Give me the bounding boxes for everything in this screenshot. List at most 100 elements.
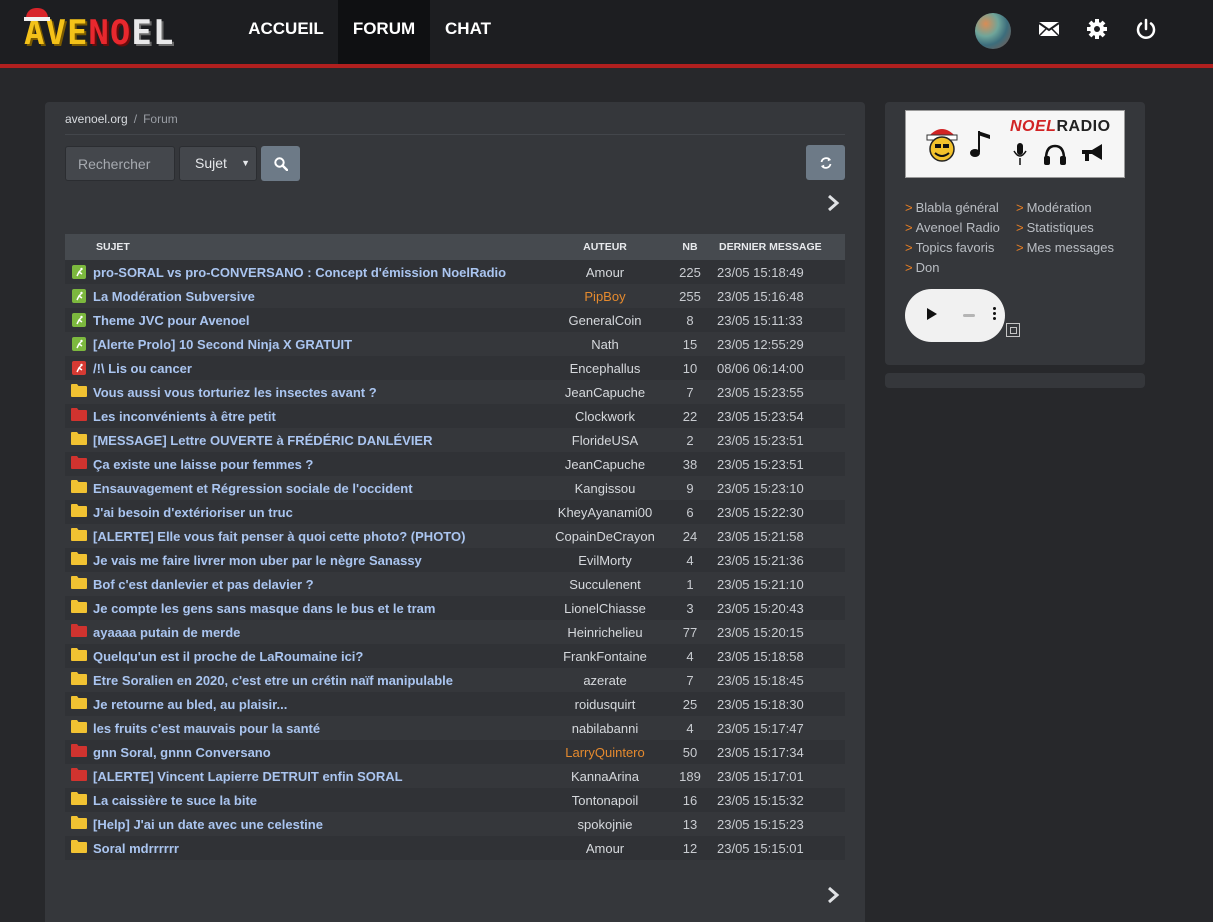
topic-author-link[interactable]: JeanCapuche <box>545 457 665 472</box>
table-row[interactable]: Je vais me faire livrer mon uber par le … <box>65 548 845 572</box>
topic-author-link[interactable]: JeanCapuche <box>545 385 665 400</box>
topic-last-message-link[interactable]: 23/05 15:17:01 <box>715 769 845 784</box>
topic-last-message-link[interactable]: 23/05 15:23:55 <box>715 385 845 400</box>
power-icon[interactable] <box>1134 17 1158 41</box>
table-row[interactable]: La caissière te suce la bite Tontonapoil 1… <box>65 788 845 812</box>
topic-author-link[interactable]: CopainDeCrayon <box>545 529 665 544</box>
topic-author-link[interactable]: Clockwork <box>545 409 665 424</box>
topic-subject-link[interactable]: Ça existe une laisse pour femmes ? <box>93 457 545 472</box>
topic-last-message-link[interactable]: 23/05 15:17:34 <box>715 745 845 760</box>
topic-subject-link[interactable]: La Modération Subversive <box>93 289 545 304</box>
topic-author-link[interactable]: Tontonapoil <box>545 793 665 808</box>
topic-author-link[interactable]: Heinrichelieu <box>545 625 665 640</box>
topic-subject-link[interactable]: Ensauvagement et Régression sociale de l… <box>93 481 545 496</box>
table-row[interactable]: gnn Soral, gnnn Conversano LarryQuintero 5… <box>65 740 845 764</box>
table-row[interactable]: les fruits c'est mauvais pour la santé na… <box>65 716 845 740</box>
table-row[interactable]: Vous aussi vous torturiez les insectes a… <box>65 380 845 404</box>
topic-author-link[interactable]: Kangissou <box>545 481 665 496</box>
topic-subject-link[interactable]: ayaaaa putain de merde <box>93 625 545 640</box>
table-row[interactable]: Les inconvénients à être petit Clockwork 2… <box>65 404 845 428</box>
table-row[interactable]: [MESSAGE] Lettre OUVERTE à FRÉDÉRIC DANL… <box>65 428 845 452</box>
topic-author-link[interactable]: EvilMorty <box>545 553 665 568</box>
topic-subject-link[interactable]: Soral mdrrrrrr <box>93 841 545 856</box>
topic-author-link[interactable]: LarryQuintero <box>545 745 665 760</box>
topic-subject-link[interactable]: [Help] J'ai un date avec une celestine <box>93 817 545 832</box>
topic-last-message-link[interactable]: 23/05 15:23:10 <box>715 481 845 496</box>
topic-author-link[interactable]: roidusquirt <box>545 697 665 712</box>
topic-subject-link[interactable]: J'ai besoin d'extérioriser un truc <box>93 505 545 520</box>
mail-icon[interactable] <box>1037 17 1061 41</box>
search-button[interactable] <box>261 146 300 181</box>
topic-author-link[interactable]: nabilabanni <box>545 721 665 736</box>
topic-author-link[interactable]: GeneralCoin <box>545 313 665 328</box>
topic-last-message-link[interactable]: 23/05 15:18:49 <box>715 265 845 280</box>
topic-subject-link[interactable]: les fruits c'est mauvais pour la santé <box>93 721 545 736</box>
topic-subject-link[interactable]: Je compte les gens sans masque dans le b… <box>93 601 545 616</box>
table-row[interactable]: Bof c'est danlevier et pas delavier ? Suc… <box>65 572 845 596</box>
topic-last-message-link[interactable]: 23/05 12:55:29 <box>715 337 845 352</box>
table-row[interactable]: [Help] J'ai un date avec une celestine sp… <box>65 812 845 836</box>
sidebar-link-moderation[interactable]: > Modération <box>1016 198 1092 218</box>
sidebar-link-don[interactable]: > Don <box>905 258 939 278</box>
table-row[interactable]: ayaaaa putain de merde Heinrichelieu 77 23/… <box>65 620 845 644</box>
topic-last-message-link[interactable]: 23/05 15:11:33 <box>715 313 845 328</box>
sidebar-link-messages[interactable]: > Mes messages <box>1016 238 1114 258</box>
topic-subject-link[interactable]: gnn Soral, gnnn Conversano <box>93 745 545 760</box>
table-row[interactable]: Je retourne au bled, au plaisir... roidus… <box>65 692 845 716</box>
next-page-bottom-button[interactable] <box>823 884 843 906</box>
sidebar-link-blabla[interactable]: > Blabla général <box>905 198 999 218</box>
topic-author-link[interactable]: Succulenent <box>545 577 665 592</box>
nav-forum[interactable]: FORUM <box>338 0 430 64</box>
user-avatar[interactable] <box>975 13 1011 49</box>
popout-icon[interactable] <box>1006 323 1020 337</box>
topic-author-link[interactable]: LionelChiasse <box>545 601 665 616</box>
topic-last-message-link[interactable]: 23/05 15:15:01 <box>715 841 845 856</box>
topic-subject-link[interactable]: /!\ Lis ou cancer <box>93 361 545 376</box>
topic-last-message-link[interactable]: 08/06 06:14:00 <box>715 361 845 376</box>
topic-author-link[interactable]: Nath <box>545 337 665 352</box>
next-page-top-button[interactable] <box>823 192 843 214</box>
search-input[interactable] <box>65 146 175 181</box>
topic-author-link[interactable]: FrankFontaine <box>545 649 665 664</box>
nav-accueil[interactable]: ACCUEIL <box>236 0 336 64</box>
topic-last-message-link[interactable]: 23/05 15:23:51 <box>715 433 845 448</box>
table-row[interactable]: Ensauvagement et Régression sociale de l… <box>65 476 845 500</box>
topic-subject-link[interactable]: Bof c'est danlevier et pas delavier ? <box>93 577 545 592</box>
topic-last-message-link[interactable]: 23/05 15:16:48 <box>715 289 845 304</box>
topic-subject-link[interactable]: [MESSAGE] Lettre OUVERTE à FRÉDÉRIC DANL… <box>93 433 545 448</box>
table-row[interactable]: La Modération Subversive PipBoy 255 23/05 1… <box>65 284 845 308</box>
topic-author-link[interactable]: spokojnie <box>545 817 665 832</box>
topic-author-link[interactable]: PipBoy <box>545 289 665 304</box>
topic-last-message-link[interactable]: 23/05 15:23:51 <box>715 457 845 472</box>
topic-subject-link[interactable]: Je retourne au bled, au plaisir... <box>93 697 545 712</box>
topic-last-message-link[interactable]: 23/05 15:15:32 <box>715 793 845 808</box>
header-last-message[interactable]: DERNIER MESSAGE <box>715 234 845 260</box>
sidebar-link-radio[interactable]: > Avenoel Radio <box>905 218 1000 238</box>
topic-last-message-link[interactable]: 23/05 15:18:30 <box>715 697 845 712</box>
topic-subject-link[interactable]: [ALERTE] Elle vous fait penser à quoi ce… <box>93 529 545 544</box>
topic-author-link[interactable]: Amour <box>545 265 665 280</box>
topic-last-message-link[interactable]: 23/05 15:15:23 <box>715 817 845 832</box>
gear-icon[interactable] <box>1085 17 1109 41</box>
table-row[interactable]: J'ai besoin d'extérioriser un truc KheyAy… <box>65 500 845 524</box>
table-row[interactable]: [Alerte Prolo] 10 Second Ninja X GRATUIT… <box>65 332 845 356</box>
topic-author-link[interactable]: KheyAyanami00 <box>545 505 665 520</box>
table-row[interactable]: Theme JVC pour Avenoel GeneralCoin 8 23/05 … <box>65 308 845 332</box>
topic-last-message-link[interactable]: 23/05 15:21:10 <box>715 577 845 592</box>
nav-chat[interactable]: CHAT <box>432 0 504 64</box>
table-row[interactable]: /!\ Lis ou cancer Encephallus 10 08/06 06:1… <box>65 356 845 380</box>
topic-subject-link[interactable]: [ALERTE] Vincent Lapierre DETRUIT enfin … <box>93 769 545 784</box>
table-row[interactable]: Etre Soralien en 2020, c'est etre un cré… <box>65 668 845 692</box>
topic-author-link[interactable]: Encephallus <box>545 361 665 376</box>
volume-slider[interactable] <box>963 314 975 317</box>
header-subject[interactable]: SUJET <box>65 234 545 260</box>
more-options-icon[interactable] <box>993 307 997 325</box>
table-row[interactable]: Soral mdrrrrrr Amour 12 23/05 15:15:01 <box>65 836 845 860</box>
topic-last-message-link[interactable]: 23/05 15:22:30 <box>715 505 845 520</box>
topic-subject-link[interactable]: Etre Soralien en 2020, c'est etre un cré… <box>93 673 545 688</box>
noelradio-banner[interactable]: NOELRADIO <box>905 110 1125 178</box>
search-scope-select[interactable]: Sujet ▼ <box>179 146 257 181</box>
topic-subject-link[interactable]: La caissière te suce la bite <box>93 793 545 808</box>
topic-last-message-link[interactable]: 23/05 15:23:54 <box>715 409 845 424</box>
table-row[interactable]: Je compte les gens sans masque dans le b… <box>65 596 845 620</box>
